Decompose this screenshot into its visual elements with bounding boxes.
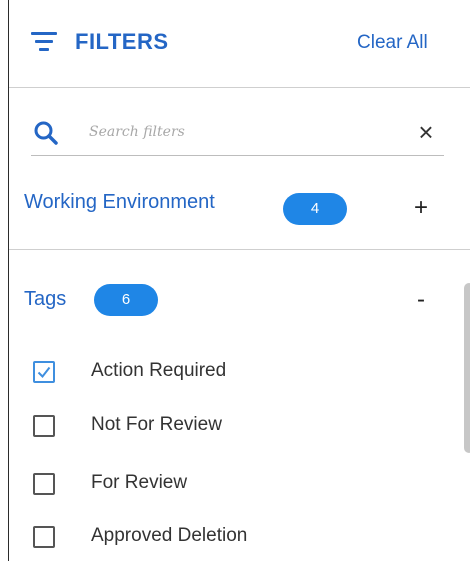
checkmark-icon — [37, 366, 51, 379]
scrollbar-thumb[interactable] — [464, 283, 470, 453]
search-input[interactable] — [89, 118, 389, 146]
working-environment-count-badge: 4 — [283, 193, 347, 225]
tag-option-label: For Review — [91, 472, 188, 493]
working-environment-expand-button[interactable]: + — [409, 196, 433, 220]
close-icon[interactable]: × — [415, 118, 437, 146]
checkbox-checked[interactable] — [33, 361, 55, 383]
tag-option-not-for-review[interactable]: Not For Review — [33, 413, 433, 441]
tags-collapse-button[interactable]: - — [409, 288, 433, 312]
filter-lines-icon — [31, 32, 57, 52]
tag-option-action-required[interactable]: Action Required — [33, 359, 433, 387]
checkbox[interactable] — [33, 526, 55, 548]
tag-option-approved-deletion[interactable]: Approved Deletion — [33, 524, 433, 552]
checkbox[interactable] — [33, 415, 55, 437]
tag-option-for-review[interactable]: For Review — [33, 471, 433, 499]
tags-count-badge: 6 — [94, 284, 158, 316]
filters-panel: FILTERS Clear All × Working Environment … — [8, 0, 470, 561]
search-icon — [33, 120, 59, 146]
panel-title: FILTERS — [75, 29, 169, 54]
clear-all-link[interactable]: Clear All — [357, 32, 428, 54]
section-tags-title[interactable]: Tags — [24, 288, 66, 311]
tag-option-label: Approved Deletion — [91, 525, 248, 546]
tag-option-label: Not For Review — [91, 414, 222, 435]
section-divider — [9, 249, 470, 250]
checkbox[interactable] — [33, 473, 55, 495]
tag-option-label: Action Required — [91, 360, 227, 381]
search-underline — [31, 155, 444, 156]
header-divider — [9, 87, 470, 88]
section-working-environment-title[interactable]: Working Environment — [24, 191, 215, 214]
